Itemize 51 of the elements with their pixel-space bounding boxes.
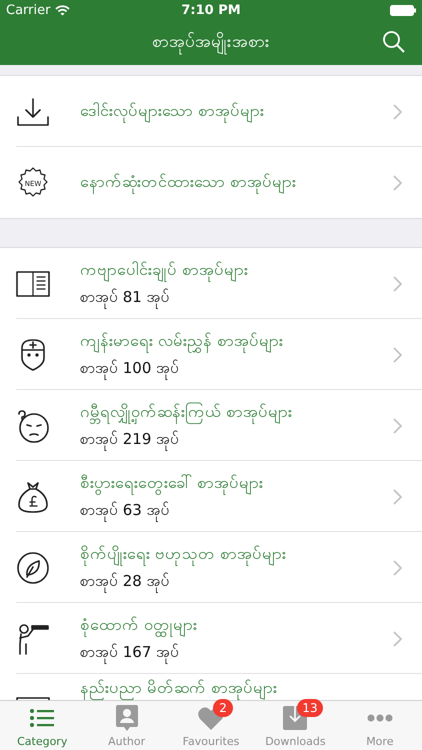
chevron-icon (392, 276, 402, 292)
book-icon (16, 270, 50, 296)
category-item[interactable]: စီးပွားရေးတွေးခေါ် စာအုပ်များ စာအုပ် 63 အုပ် (0, 461, 422, 532)
doctor-icon (19, 338, 47, 372)
category-title: စုံထောက် ဝတ္ထုများ (80, 614, 392, 638)
count-badge: 2 (213, 699, 234, 717)
book-count: စာအုပ် 81 အုပ် (80, 286, 392, 308)
chevron-icon (392, 104, 402, 120)
chevron-icon (392, 346, 402, 362)
status-time: 7:10 PM (181, 2, 241, 18)
book-count: စာအုပ် 100 အုပ် (80, 358, 392, 380)
category-item[interactable]: စိုက်ပျိုးရေး ဗဟုသုတ စာအုပ်များ စာအုပ် 28 အုပ် (0, 532, 422, 603)
list-item[interactable]: ဒေါင်းလုပ်များသော စာအုပ်များ (0, 76, 422, 147)
list-icon (30, 709, 54, 727)
category-title: စီးပွားရေးတွေးခေါ် စာအုပ်များ (80, 472, 392, 496)
search-icon (382, 30, 406, 54)
book-count: စာအုပ် 219 အုပ် (80, 428, 392, 450)
chevron-icon (392, 488, 402, 504)
category-title: ကဗျာပေါင်းချုပ် စာအုပ်များ (80, 258, 392, 282)
detective-icon (16, 622, 50, 656)
carrier-label: Carrier (6, 2, 50, 18)
chevron-icon (392, 174, 402, 190)
nav-title: စာအုပ်အမျိုးအစား (152, 30, 270, 55)
category-title: ဂမ္ဘီရလျှို့ဝှက်ဆန်းကြယ် စာအုပ်များ (80, 400, 392, 424)
category-item[interactable]: စုံထောက် ဝတ္ထုများ စာအုပ် 167 အုပ် (0, 603, 422, 674)
tab-button[interactable]: 13 Downloads (253, 701, 338, 750)
tab-button[interactable]: Category (0, 701, 84, 750)
book-count: စာအုပ် 63 အုပ် (80, 500, 392, 522)
count-badge: 13 (297, 699, 323, 717)
tab-button[interactable]: 2 Favourites (168, 701, 254, 750)
wifi-icon (55, 4, 70, 16)
chevron-icon (392, 560, 402, 576)
battery-icon (390, 4, 416, 16)
category-item[interactable]: ဂမ္ဘီရလျှို့ဝှက်ဆန်းကြယ် စာအုပ်များ စာအုပ် 219 အုပ် (0, 390, 422, 461)
book-count: စာအုပ် 167 အုပ် (80, 642, 392, 664)
item-title: နောက်ဆုံးတင်ထားသော စာအုပ်များ (80, 170, 392, 194)
category-item[interactable]: ကဗျာပေါင်းချုပ် စာအုပ်များ စာအုပ် 81 အုပ် (0, 248, 422, 319)
person-card-icon (116, 705, 138, 731)
leaf-icon (16, 550, 50, 584)
money-bag-icon (17, 480, 49, 514)
more-icon (366, 714, 393, 722)
book-count: စာအုပ် 28 အုပ် (80, 570, 392, 592)
download-icon (16, 96, 50, 126)
puzzled-face-icon (16, 408, 50, 442)
category-title: နည်းပညာ မိတ်ဆက် စာအုပ်များ (80, 676, 422, 700)
category-title: စိုက်ပျိုးရေး ဗဟုသုတ စာအုပ်များ (80, 542, 392, 566)
chevron-icon (392, 418, 402, 434)
chevron-icon (392, 630, 402, 646)
item-title: ဒေါင်းလုပ်များသော စာအုပ်များ (80, 100, 392, 124)
category-item[interactable]: ကျန်းမာရေး လမ်းညွှန် စာအုပ်များ စာအုပ် 100 အုပ် (0, 319, 422, 390)
category-title: ကျန်းမာရေး လမ်းညွှန် စာအုပ်များ (80, 330, 392, 354)
